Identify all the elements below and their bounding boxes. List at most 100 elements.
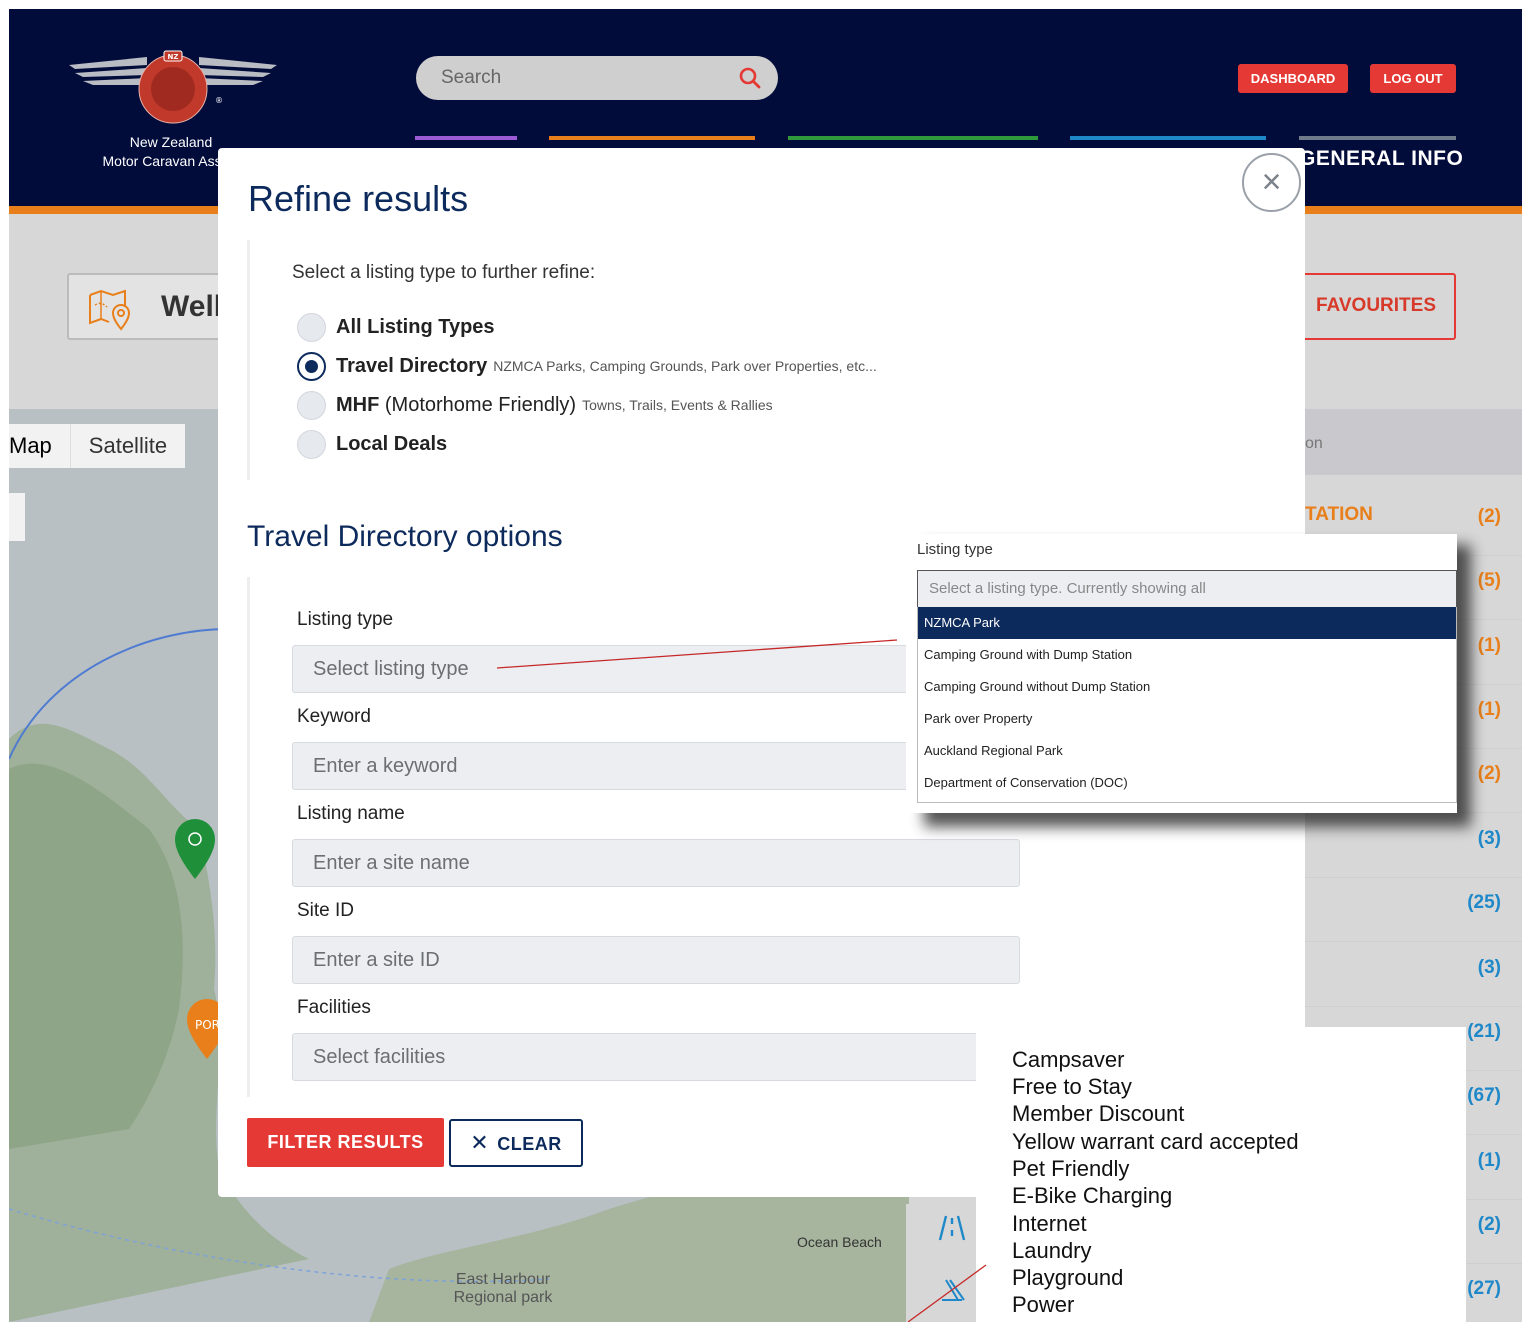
listing-type-prompt: Select a listing type to further refine: bbox=[292, 262, 596, 283]
facility-option[interactable]: Member Discount bbox=[1012, 1101, 1184, 1127]
site-id-input[interactable]: Enter a site ID bbox=[292, 936, 1020, 984]
clear-button[interactable]: ✕ CLEAR bbox=[449, 1119, 583, 1167]
category-count: (2) bbox=[1477, 1214, 1501, 1235]
dropdown-label: Listing type bbox=[917, 541, 993, 558]
listing-name-placeholder: Enter a site name bbox=[313, 852, 470, 874]
keyword-placeholder: Enter a keyword bbox=[313, 755, 458, 777]
radio-label-rest: (Motorhome Friendly) bbox=[384, 393, 577, 416]
category-count: (3) bbox=[1477, 828, 1501, 849]
category-count: (5) bbox=[1477, 570, 1501, 591]
dropdown-option[interactable]: Park over Property bbox=[918, 703, 1456, 735]
modal-title: Refine results bbox=[248, 178, 469, 219]
radio-local-deals[interactable]: Local Deals bbox=[297, 429, 447, 459]
map-toggle-map[interactable]: Map bbox=[9, 424, 71, 468]
map-toggle-satellite[interactable]: Satellite bbox=[71, 424, 185, 468]
svg-text:NZ: NZ bbox=[168, 53, 179, 61]
facility-option[interactable]: Yellow warrant card accepted bbox=[1012, 1129, 1299, 1155]
dropdown-option[interactable]: Camping Ground without Dump Station bbox=[918, 671, 1456, 703]
close-x-icon: ✕ bbox=[470, 1130, 490, 1155]
dropdown-option[interactable]: Auckland Regional Park bbox=[918, 735, 1456, 767]
filter-results-button[interactable]: FILTER RESULTS bbox=[247, 1118, 444, 1167]
dropdown-option-list: NZMCA Park Camping Ground with Dump Stat… bbox=[917, 607, 1457, 803]
search-icon[interactable] bbox=[738, 66, 762, 90]
category-count: (67) bbox=[1467, 1085, 1501, 1106]
radio-button[interactable] bbox=[297, 390, 326, 420]
row-divider bbox=[1305, 877, 1522, 878]
logout-button[interactable]: LOG OUT bbox=[1370, 64, 1456, 93]
facility-option[interactable]: Power bbox=[1012, 1292, 1074, 1318]
radio-button[interactable] bbox=[297, 312, 326, 342]
radio-sublabel: NZMCA Parks, Camping Grounds, Park over … bbox=[493, 358, 877, 374]
search-placeholder: Search bbox=[441, 67, 502, 88]
section-divider bbox=[247, 577, 250, 1097]
category-count: (3) bbox=[1477, 957, 1501, 978]
radio-mhf[interactable]: MHF (Motorhome Friendly) Towns, Trails, … bbox=[297, 390, 773, 420]
listing-name-input[interactable]: Enter a site name bbox=[292, 839, 1020, 887]
icon-strip bbox=[906, 1204, 986, 1322]
listing-name-label: Listing name bbox=[297, 803, 405, 824]
map-type-toggle: Map Satellite bbox=[9, 424, 186, 468]
radio-all-listing-types[interactable]: All Listing Types bbox=[297, 312, 495, 342]
map-label-ocean-beach: Ocean Beach bbox=[797, 1234, 882, 1250]
road-icon bbox=[938, 1215, 966, 1301]
dashboard-button[interactable]: DASHBOARD bbox=[1238, 64, 1348, 93]
radio-label: All Listing Types bbox=[336, 315, 495, 338]
dropdown-option[interactable]: Camping Ground with Dump Station bbox=[918, 639, 1456, 671]
map-pin-icon bbox=[89, 289, 131, 331]
nav-general-info[interactable]: GENERAL INFO bbox=[1299, 147, 1463, 171]
section-divider bbox=[247, 240, 250, 480]
dropdown-option-nzmca-park[interactable]: NZMCA Park bbox=[918, 607, 1456, 639]
facility-option[interactable]: Internet bbox=[1012, 1211, 1087, 1237]
facility-option[interactable]: Free to Stay bbox=[1012, 1074, 1132, 1100]
search-input[interactable]: Search bbox=[416, 56, 778, 100]
facility-option[interactable]: E-Bike Charging bbox=[1012, 1183, 1172, 1209]
map-label-east-harbour: East Harbour Regional park bbox=[453, 1271, 553, 1306]
listing-type-placeholder: Select listing type bbox=[313, 658, 469, 680]
listing-type-label: Listing type bbox=[297, 609, 394, 630]
category-count: (1) bbox=[1477, 635, 1501, 656]
dropdown-option[interactable]: Department of Conservation (DOC) bbox=[918, 767, 1456, 799]
radio-label: Local Deals bbox=[336, 432, 448, 455]
category-count: (27) bbox=[1467, 1278, 1501, 1299]
nav-underline-3 bbox=[788, 136, 1038, 140]
category-count: (1) bbox=[1477, 699, 1501, 720]
nav-underline-2 bbox=[549, 136, 755, 140]
facilities-label: Facilities bbox=[297, 997, 371, 1018]
facilities-placeholder: Select facilities bbox=[313, 1046, 446, 1068]
facilities-select[interactable]: Select facilities bbox=[292, 1033, 1020, 1081]
keyword-label: Keyword bbox=[297, 706, 371, 727]
close-icon[interactable]: × bbox=[1242, 153, 1301, 212]
dropdown-placeholder: Select a listing type. Currently showing… bbox=[929, 580, 1206, 597]
radio-travel-directory[interactable]: Travel Directory NZMCA Parks, Camping Gr… bbox=[297, 351, 877, 381]
radio-label: MHF bbox=[336, 393, 380, 416]
nzmca-logo[interactable]: NZ ® bbox=[67, 45, 279, 135]
welcome-text: Well bbox=[161, 290, 223, 323]
row-divider bbox=[1305, 941, 1522, 942]
row-divider bbox=[1305, 1006, 1522, 1007]
facility-option[interactable]: Playground bbox=[1012, 1265, 1123, 1291]
category-count: (21) bbox=[1467, 1021, 1501, 1042]
radio-button[interactable] bbox=[297, 429, 326, 459]
facility-option[interactable]: Campsaver bbox=[1012, 1047, 1124, 1073]
nav-underline-5 bbox=[1299, 136, 1456, 140]
svg-text:POR: POR bbox=[195, 1018, 220, 1032]
category-count: (25) bbox=[1467, 892, 1501, 913]
radio-button-checked[interactable] bbox=[297, 351, 326, 381]
category-count: (2) bbox=[1477, 763, 1501, 784]
facility-option[interactable]: Pet Friendly bbox=[1012, 1156, 1129, 1182]
dropdown-select[interactable]: Select a listing type. Currently showing… bbox=[917, 570, 1457, 608]
nav-underline-4 bbox=[1070, 136, 1266, 140]
facility-option[interactable]: Laundry bbox=[1012, 1238, 1092, 1264]
nav-underline-1 bbox=[415, 136, 517, 140]
map-side-control[interactable] bbox=[9, 493, 25, 541]
site-id-placeholder: Enter a site ID bbox=[313, 949, 440, 971]
category-count: (2) bbox=[1477, 506, 1501, 527]
category-count: (1) bbox=[1477, 1150, 1501, 1171]
site-id-label: Site ID bbox=[297, 900, 355, 921]
category-header-text: on bbox=[1305, 435, 1323, 452]
options-title: Travel Directory options bbox=[247, 520, 563, 553]
radio-label: Travel Directory bbox=[336, 354, 488, 377]
category-station-label[interactable]: TATION bbox=[1305, 504, 1373, 526]
radio-sublabel: Towns, Trails, Events & Rallies bbox=[582, 397, 773, 413]
svg-text:®: ® bbox=[215, 96, 223, 105]
